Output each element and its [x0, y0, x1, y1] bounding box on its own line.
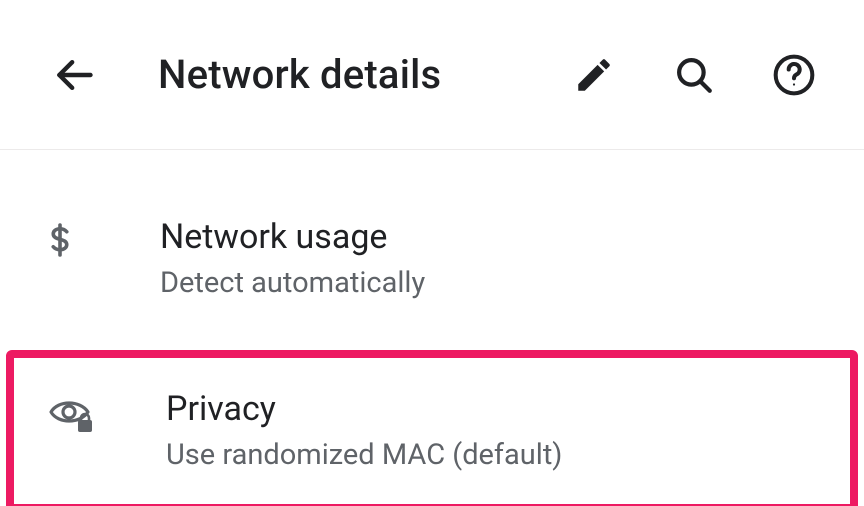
item-subtitle: Detect automatically [160, 265, 864, 303]
pencil-icon [573, 54, 615, 96]
search-icon [673, 54, 715, 96]
item-title: Network usage [160, 216, 864, 259]
help-icon [772, 53, 816, 97]
back-button[interactable] [46, 47, 102, 103]
item-title: Privacy [166, 388, 850, 431]
arrow-back-icon [52, 53, 96, 97]
page-title: Network details [158, 51, 566, 98]
item-network-usage[interactable]: Network usage Detect automatically [0, 194, 864, 328]
settings-list: Network usage Detect automatically [0, 150, 864, 506]
app-bar: Network details [0, 0, 864, 150]
help-button[interactable] [766, 47, 822, 103]
item-subtitle: Use randomized MAC (default) [166, 437, 850, 475]
edit-button[interactable] [566, 47, 622, 103]
dollar-icon [0, 216, 160, 258]
item-privacy[interactable]: Privacy Use randomized MAC (default) [14, 368, 850, 494]
highlight-frame: Privacy Use randomized MAC (default) [6, 350, 858, 506]
app-bar-actions [566, 47, 822, 103]
eye-lock-icon [14, 388, 166, 434]
search-button[interactable] [666, 47, 722, 103]
